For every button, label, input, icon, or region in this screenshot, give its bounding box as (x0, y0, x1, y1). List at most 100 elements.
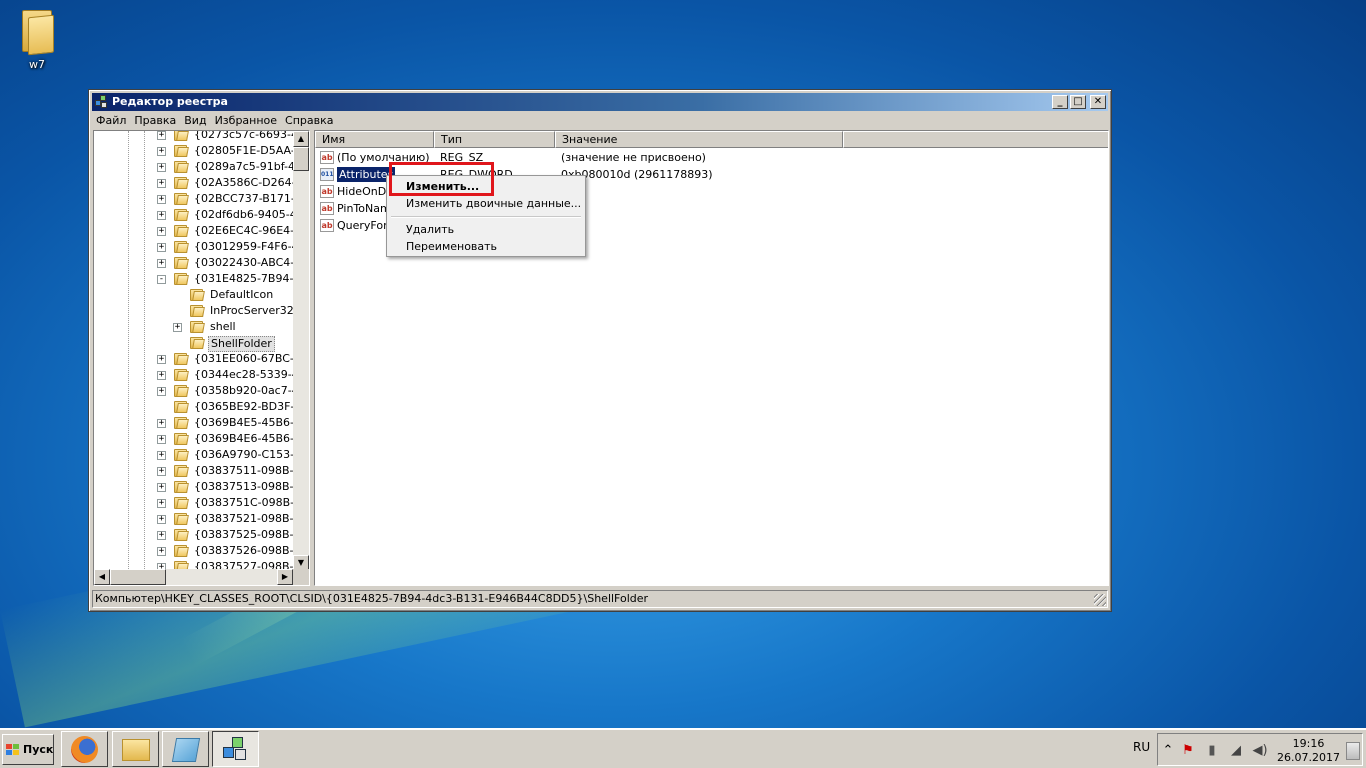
expand-icon[interactable]: + (157, 515, 166, 524)
tree-item[interactable]: + {02A3586C-D264-4 (94, 175, 293, 191)
expand-icon[interactable]: + (157, 371, 166, 380)
key-tree-pane[interactable]: + {0273c57c-6693-44 + {02805F1E-D5AA-4 + {028… (93, 130, 310, 586)
menu-edit[interactable]: Правка (130, 112, 180, 130)
tree-item[interactable]: + {0369B4E5-45B6-11 (94, 415, 293, 431)
tree-item[interactable]: {0365BE92-BD3F-47 (94, 399, 293, 415)
folder-icon (190, 320, 205, 333)
show-hidden-icons-icon[interactable]: ⌃ (1160, 743, 1176, 759)
expand-icon[interactable]: + (157, 131, 166, 140)
tree-item[interactable]: + {0383751C-098B-11 (94, 495, 293, 511)
column-header-name[interactable]: Имя (315, 131, 434, 148)
regedit-icon (95, 95, 109, 109)
expand-icon[interactable]: + (157, 355, 166, 364)
ctx-rename[interactable]: Переименовать (389, 238, 583, 255)
tree-item-label: InProcServer32 (210, 304, 293, 317)
ctx-delete[interactable]: Удалить (389, 221, 583, 238)
menu-help[interactable]: Справка (281, 112, 337, 130)
tree-item[interactable]: - {031E4825-7B94-4d (94, 271, 293, 287)
start-button[interactable]: Пуск (2, 734, 54, 765)
expand-icon[interactable]: + (157, 195, 166, 204)
resize-grip[interactable] (1094, 594, 1106, 606)
maximize-button[interactable]: □ (1070, 95, 1086, 109)
expand-icon[interactable]: + (157, 531, 166, 540)
collapse-icon[interactable]: - (157, 275, 166, 284)
scroll-right-button[interactable]: ▶ (277, 569, 293, 585)
tree-vertical-scrollbar[interactable]: ▲ ▼ (293, 131, 309, 571)
tree-item[interactable]: + {02805F1E-D5AA-4 (94, 143, 293, 159)
menu-favorites[interactable]: Избранное (211, 112, 281, 130)
folder-icon (174, 160, 189, 173)
tree-item[interactable]: + {03012959-F4F6-44 (94, 239, 293, 255)
expand-icon[interactable]: + (157, 179, 166, 188)
title-bar[interactable]: Редактор реестра _ □ ✕ (92, 93, 1108, 111)
taskbar-notepad[interactable] (162, 731, 209, 767)
expand-icon[interactable]: + (157, 387, 166, 396)
tree-item-label: {0369B4E6-45B6-11 (194, 432, 293, 445)
folder-icon (174, 512, 189, 525)
tree-item[interactable]: + {036A9790-C153-11 (94, 447, 293, 463)
expand-icon[interactable]: + (157, 483, 166, 492)
minimize-button[interactable]: _ (1052, 95, 1068, 109)
power-icon[interactable]: ▮ (1204, 743, 1220, 759)
tree-item[interactable]: + {03837521-098B-11 (94, 511, 293, 527)
tree-item[interactable]: + {0358b920-0ac7-46 (94, 383, 293, 399)
desktop-folder-w7[interactable]: w7 (12, 6, 62, 71)
tree-item[interactable]: DefaultIcon (94, 287, 293, 303)
tree-item[interactable]: InProcServer32 (94, 303, 293, 319)
tree-item-label: {03837521-098B-11 (194, 512, 293, 525)
tree-item[interactable]: + shell (94, 319, 293, 335)
action-center-flag-icon[interactable]: ⚑ (1180, 743, 1196, 759)
column-header-value[interactable]: Значение (555, 131, 843, 148)
annotation-highlight-box (389, 162, 494, 196)
expand-icon[interactable]: + (157, 467, 166, 476)
show-desktop-button[interactable] (1346, 742, 1360, 760)
expand-icon[interactable]: + (157, 499, 166, 508)
expand-icon[interactable]: + (173, 323, 182, 332)
tree-item[interactable]: + {03837526-098B-11 (94, 543, 293, 559)
menu-view[interactable]: Вид (180, 112, 210, 130)
language-indicator[interactable]: RU (1133, 740, 1150, 754)
expand-icon[interactable]: + (157, 259, 166, 268)
taskbar-explorer[interactable] (112, 731, 159, 767)
hscroll-thumb[interactable] (110, 569, 166, 585)
tree-item[interactable]: + {02BCC737-B171-47 (94, 191, 293, 207)
tree-item-label: {03837526-098B-11 (194, 544, 293, 557)
scroll-up-button[interactable]: ▲ (293, 131, 309, 147)
tree-item[interactable]: + {02E6EC4C-96E4-42 (94, 223, 293, 239)
menu-file[interactable]: Файл (92, 112, 130, 130)
scroll-left-button[interactable]: ◀ (94, 569, 110, 585)
expand-icon[interactable]: + (157, 243, 166, 252)
expand-icon[interactable]: + (157, 419, 166, 428)
tree-item[interactable]: + {03022430-ABC4-11 (94, 255, 293, 271)
expand-icon[interactable]: + (157, 435, 166, 444)
tree-item[interactable]: + {03837513-098B-11 (94, 479, 293, 495)
scroll-thumb[interactable] (293, 147, 309, 171)
expand-icon[interactable]: + (157, 163, 166, 172)
expand-icon[interactable]: + (157, 147, 166, 156)
expand-icon[interactable]: + (157, 451, 166, 460)
column-header-type[interactable]: Тип (434, 131, 555, 148)
expand-icon[interactable]: + (157, 547, 166, 556)
tree-item[interactable]: + {031EE060-67BC-46 (94, 351, 293, 367)
tree-item[interactable]: ShellFolder (94, 335, 293, 352)
tree-item-label: DefaultIcon (210, 288, 274, 301)
network-icon[interactable]: ◢ (1228, 743, 1244, 759)
taskbar-firefox[interactable] (61, 731, 108, 767)
volume-icon[interactable]: ◀) (1252, 743, 1268, 759)
taskbar-regedit[interactable] (212, 731, 259, 767)
tree-item[interactable]: + {0273c57c-6693-44 (94, 131, 293, 143)
tree-horizontal-scrollbar[interactable]: ◀ ▶ (94, 569, 293, 585)
expand-icon[interactable]: + (157, 211, 166, 220)
tree-item-label: {03837513-098B-11 (194, 480, 293, 493)
tree-item[interactable]: + {0369B4E6-45B6-11 (94, 431, 293, 447)
tree-item[interactable]: + {03837525-098B-11 (94, 527, 293, 543)
ctx-modify-binary[interactable]: Изменить двоичные данные... (389, 195, 583, 212)
tree-item[interactable]: + {03837511-098B-11 (94, 463, 293, 479)
tree-item-label: {031E4825-7B94-4d (194, 272, 293, 285)
tree-item[interactable]: + {02df6db6-9405-48 (94, 207, 293, 223)
tree-item[interactable]: + {0344ec28-5339-41 (94, 367, 293, 383)
close-button[interactable]: ✕ (1090, 95, 1106, 109)
expand-icon[interactable]: + (157, 227, 166, 236)
clock[interactable]: 19:16 26.07.2017 (1277, 737, 1340, 765)
tree-item[interactable]: + {0289a7c5-91bf-45 (94, 159, 293, 175)
